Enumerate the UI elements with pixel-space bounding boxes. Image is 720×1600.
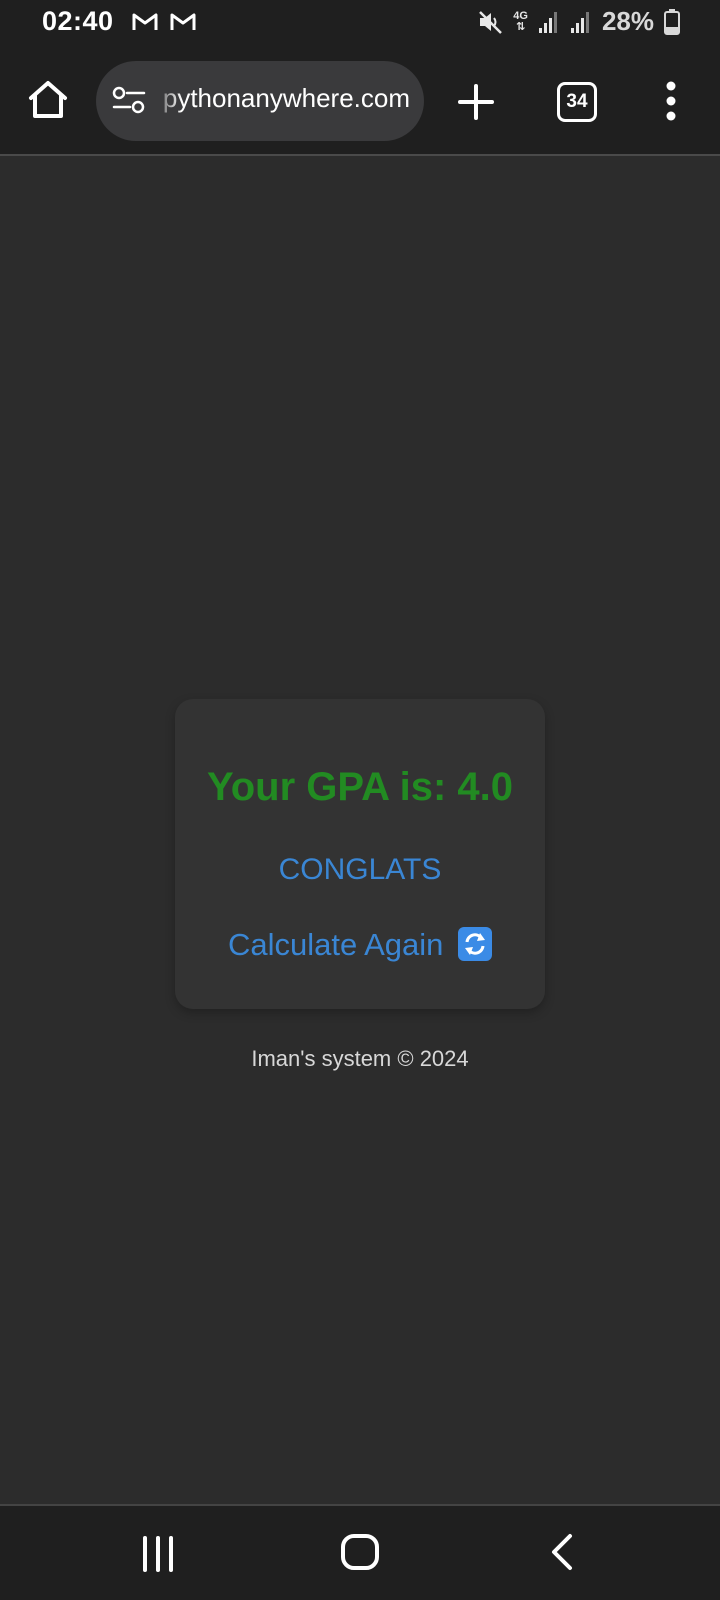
status-time: 02:40 [42,6,114,36]
tab-switcher-button[interactable]: 34 [557,82,597,122]
battery-icon [664,8,680,35]
url-bar[interactable]: pythonanywhere.com [96,61,424,141]
site-settings-icon[interactable] [112,85,146,117]
mute-icon [479,10,503,34]
refresh-icon [458,927,493,961]
url-fade [152,75,182,127]
recent-apps-icon[interactable] [140,1534,176,1574]
url-text[interactable]: pythonanywhere.com [154,83,410,114]
more-menu-icon[interactable] [656,76,686,126]
calculate-again-label: Calculate Again [227,927,444,962]
status-icons: 4G ⇅ 28% [477,6,680,37]
home-icon[interactable] [24,76,72,124]
battery-percent: 28% [601,6,654,36]
back-icon[interactable] [548,1532,576,1572]
signal-icon [570,11,589,33]
congrats-message: CONGLATS [278,853,442,886]
signal-icon [538,11,557,33]
nav-home-icon[interactable] [340,1532,380,1572]
status-bar: 02:40 4G ⇅ 28% [0,0,720,46]
result-card: Your GPA is: 4.0 CONGLATS Calculate Agai… [175,699,545,1009]
network-label: 4G [513,9,528,22]
gmail-icon [170,13,196,30]
4g-icon: 4G ⇅ [513,9,528,33]
page-content: Your GPA is: 4.0 CONGLATS Calculate Agai… [0,156,720,1504]
footer-copyright: Iman's system © 2024 [251,1046,469,1071]
system-navigation-bar [0,1504,720,1600]
new-tab-icon[interactable] [452,78,500,126]
gmail-icon [132,13,158,30]
gpa-result-heading: Your GPA is: 4.0 [207,765,513,809]
calculate-again-link[interactable]: Calculate Again [175,927,545,963]
browser-toolbar: pythonanywhere.com 34 [0,46,720,156]
